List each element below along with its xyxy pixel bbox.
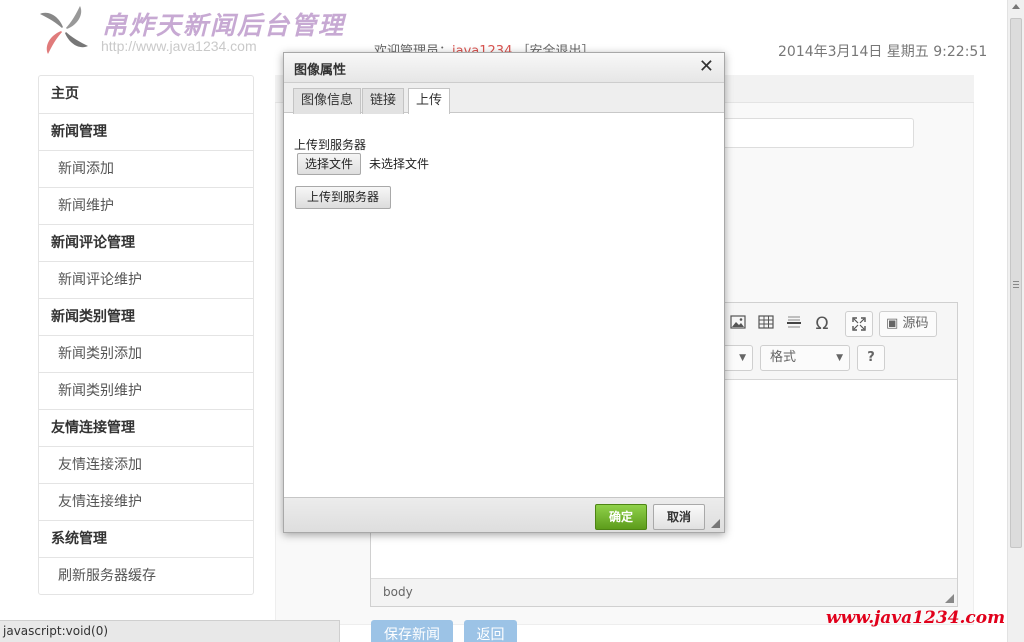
back-button[interactable]: 返回 bbox=[464, 620, 517, 642]
sidebar-group-categories[interactable]: 新闻类别管理 bbox=[39, 298, 253, 335]
editor-element-path: body bbox=[371, 578, 957, 606]
choose-file-button[interactable]: 选择文件 bbox=[297, 153, 362, 175]
file-status-text: 未选择文件 bbox=[369, 157, 430, 171]
grip-line bbox=[1013, 281, 1019, 282]
resize-handle-icon[interactable] bbox=[945, 594, 954, 603]
image-properties-dialog: 图像属性 ✕ 图像信息 链接 上传 上传到服务器 选择文件 未选择文件 上传到服… bbox=[283, 52, 725, 533]
source-label: 源码 bbox=[902, 316, 929, 331]
maximize-icon[interactable] bbox=[845, 311, 873, 337]
dialog-titlebar[interactable]: 图像属性 ✕ bbox=[284, 53, 724, 83]
page-scrollbar[interactable] bbox=[1007, 0, 1024, 642]
datetime: 2014年3月14日 星期五 9:22:51 bbox=[778, 44, 988, 60]
tab-image-info[interactable]: 图像信息 bbox=[293, 88, 362, 114]
sidebar-item-news-manage[interactable]: 新闻维护 bbox=[39, 187, 253, 224]
dialog-footer: 确定 取消 bbox=[284, 497, 724, 532]
tab-link[interactable]: 链接 bbox=[362, 88, 405, 114]
sidebar-item-category-manage[interactable]: 新闻类别维护 bbox=[39, 372, 253, 409]
dialog-title: 图像属性 bbox=[294, 63, 347, 78]
upload-to-server-button[interactable]: 上传到服务器 bbox=[295, 186, 392, 209]
horizontal-rule-icon[interactable] bbox=[783, 313, 805, 335]
format-label: 格式 bbox=[770, 350, 797, 365]
scrollbar-thumb[interactable] bbox=[1010, 18, 1022, 548]
help-button[interactable]: ? bbox=[857, 345, 885, 371]
format-select[interactable]: 格式 ▼ bbox=[760, 345, 850, 371]
dialog-body: 上传到服务器 选择文件 未选择文件 上传到服务器 bbox=[284, 114, 724, 499]
resize-handle-icon[interactable] bbox=[711, 519, 720, 528]
sidebar-item-home[interactable]: 主页 bbox=[39, 76, 253, 113]
cancel-button[interactable]: 取消 bbox=[653, 504, 705, 530]
save-news-button[interactable]: 保存新闻 bbox=[371, 620, 453, 642]
site-title: 帛炸天新闻后台管理 bbox=[102, 11, 346, 40]
source-button[interactable]: ▣ 源码 bbox=[879, 311, 937, 337]
site-url: http://www.java1234.com bbox=[101, 38, 257, 54]
watermark: www.java1234.com bbox=[826, 608, 1006, 628]
source-icon: ▣ bbox=[886, 316, 899, 331]
special-char-icon[interactable]: Ω bbox=[811, 313, 833, 335]
close-icon[interactable]: ✕ bbox=[699, 56, 714, 77]
sidebar: 主页 新闻管理 新闻添加 新闻维护 新闻评论管理 新闻评论维护 新闻类别管理 新… bbox=[38, 75, 254, 595]
sidebar-item-link-add[interactable]: 友情连接添加 bbox=[39, 446, 253, 483]
table-icon[interactable] bbox=[755, 313, 777, 335]
tab-upload[interactable]: 上传 bbox=[408, 88, 451, 114]
logo-icon bbox=[40, 6, 88, 54]
ok-button[interactable]: 确定 bbox=[595, 504, 647, 530]
sidebar-group-system[interactable]: 系统管理 bbox=[39, 520, 253, 557]
news-title-input[interactable] bbox=[700, 118, 914, 148]
sidebar-item-news-add[interactable]: 新闻添加 bbox=[39, 150, 253, 187]
sidebar-item-category-add[interactable]: 新闻类别添加 bbox=[39, 335, 253, 372]
chevron-down-icon: ▼ bbox=[836, 353, 843, 363]
sidebar-item-refresh-cache[interactable]: 刷新服务器缓存 bbox=[39, 557, 253, 594]
grip-line bbox=[1013, 284, 1019, 285]
upload-label: 上传到服务器 bbox=[294, 138, 367, 152]
sidebar-group-links[interactable]: 友情连接管理 bbox=[39, 409, 253, 446]
image-icon[interactable] bbox=[727, 313, 749, 335]
editor-path-body[interactable]: body bbox=[383, 585, 413, 599]
sidebar-group-news[interactable]: 新闻管理 bbox=[39, 113, 253, 150]
grip-line bbox=[1013, 287, 1019, 288]
scroll-up-arrow-icon[interactable] bbox=[1012, 4, 1020, 9]
browser-status-bar: javascript:void(0) bbox=[0, 620, 340, 642]
sidebar-group-comments[interactable]: 新闻评论管理 bbox=[39, 224, 253, 261]
dialog-tabs: 图像信息 链接 上传 bbox=[284, 83, 724, 114]
sidebar-item-link-manage[interactable]: 友情连接维护 bbox=[39, 483, 253, 520]
sidebar-item-comments-manage[interactable]: 新闻评论维护 bbox=[39, 261, 253, 298]
